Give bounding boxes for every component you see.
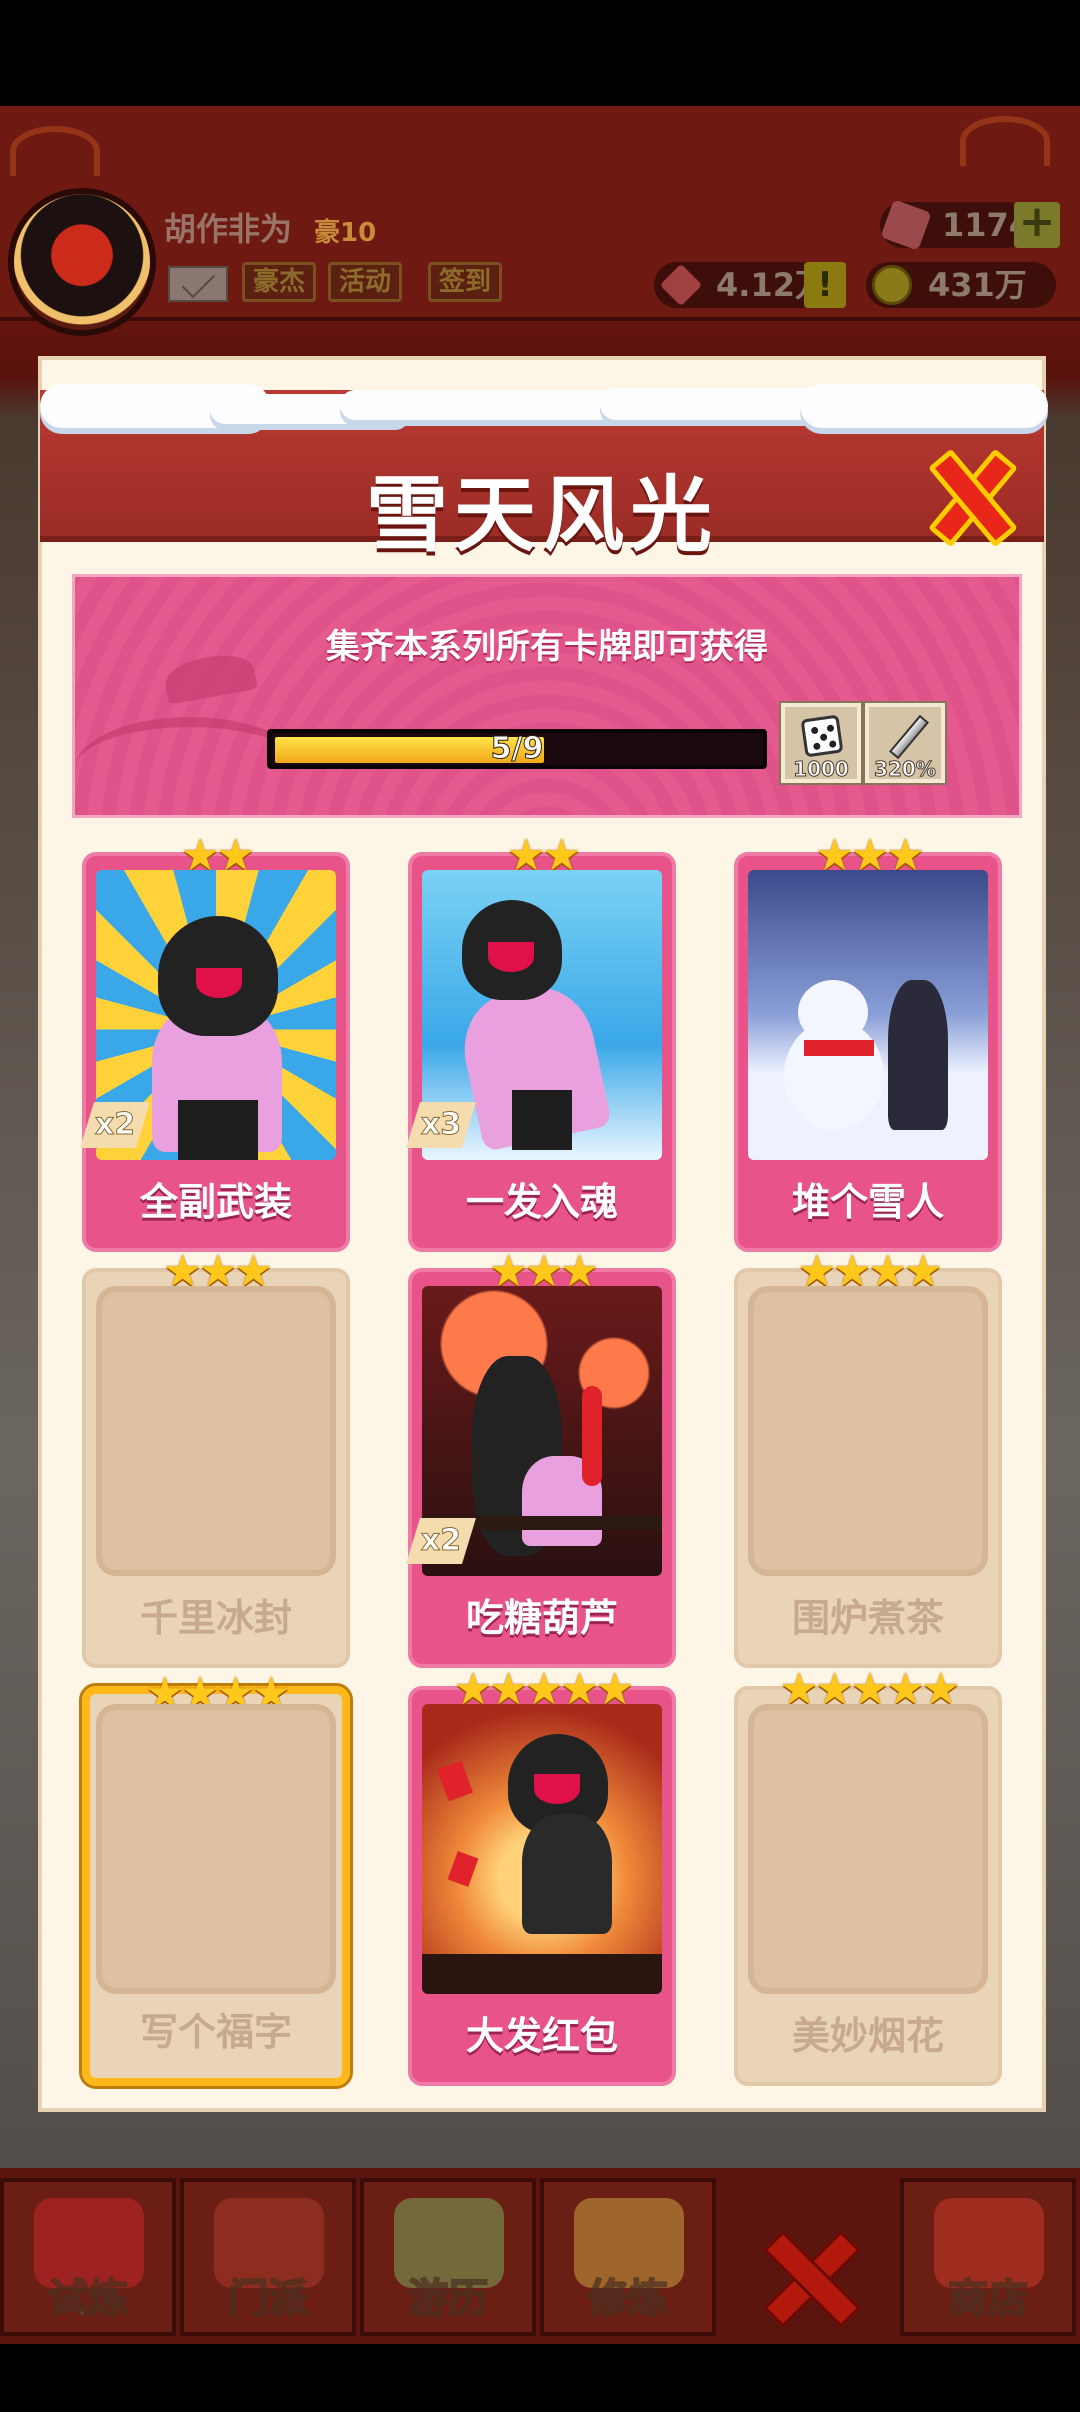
card-chitanghulu[interactable]: ★★★ x2 吃糖葫芦 <box>406 1246 676 1668</box>
nav-tab-label: 门派 <box>227 2275 309 2323</box>
modal-title: 雪天风光 <box>365 468 718 563</box>
card-art-placeholder <box>748 1704 988 1994</box>
card-duigexueren[interactable]: ★★★ 堆个雪人 <box>734 830 1002 1252</box>
events-button[interactable]: 活动 <box>328 262 403 302</box>
nav-tab-label: 试炼 <box>47 2275 129 2323</box>
system-nav-bar <box>0 2344 1080 2412</box>
card-yifarulun[interactable]: ★★ x3 一发入魂 <box>406 830 676 1252</box>
card-collection-modal: 雪天风光 集齐本系列所有卡牌即可获得 5/9 1000 320% ★★ x2 全… <box>38 356 1048 2112</box>
gem-icon <box>880 199 932 251</box>
add-gems-button[interactable]: + <box>1014 200 1060 248</box>
reward-dice[interactable]: 1000 <box>779 701 863 785</box>
card-qianlibingfeng[interactable]: ★★★ 千里冰封 <box>82 1246 350 1668</box>
card-xiegefuzi[interactable]: ★★★★ 写个福字 <box>79 1668 353 2089</box>
nav-tab-shop[interactable]: 商店 <box>900 2178 1076 2336</box>
mail-icon[interactable] <box>168 266 228 302</box>
power-icon <box>659 263 703 307</box>
card-meimiaoyanhua[interactable]: ★★★★★ 美妙烟花 <box>734 1664 1002 2086</box>
card-art-placeholder <box>96 1704 336 1994</box>
card-dafahongbao[interactable]: ★★★★★ 大发红包 <box>408 1664 676 2086</box>
card-name: 大发红包 <box>465 2014 618 2058</box>
card-art <box>748 870 988 1160</box>
nav-tab-sect[interactable]: 门派 <box>180 2178 356 2336</box>
card-quanfuwuzhuang[interactable]: ★★ x2 全副武装 <box>80 830 350 1252</box>
card-name: 美妙烟花 <box>791 2014 944 2058</box>
card-name: 吃糖葫芦 <box>465 1596 618 1640</box>
nav-tab-cultivate[interactable]: 修炼 <box>540 2178 716 2336</box>
reward-label: 320% <box>874 757 937 782</box>
collection-progress-bar: 5/9 <box>267 729 767 769</box>
reward-sword[interactable]: 320% <box>863 701 947 785</box>
card-art-placeholder <box>96 1286 336 1576</box>
card-name: 写个福字 <box>139 2010 292 2054</box>
close-x-icon[interactable] <box>922 448 1022 548</box>
sword-icon <box>888 714 930 760</box>
player-avatar[interactable] <box>8 188 156 336</box>
gems-counter: 1174 <box>880 199 1031 251</box>
card-name: 千里冰封 <box>139 1596 292 1640</box>
modal-header: 雪天风光 <box>40 384 1048 563</box>
cloud-ornament <box>960 116 1050 166</box>
nav-tab-travel[interactable]: 游历 <box>360 2178 536 2336</box>
player-rank: 豪10 <box>314 218 377 248</box>
nav-tab-label: 修炼 <box>587 2275 669 2323</box>
collection-banner: 集齐本系列所有卡牌即可获得 5/9 1000 320% <box>72 574 1022 818</box>
dice-icon <box>800 714 844 758</box>
card-name: 一发入魂 <box>465 1180 618 1224</box>
power-alert-button[interactable]: ! <box>804 262 846 308</box>
card-name: 全副武装 <box>139 1180 292 1224</box>
card-weiluzhucha[interactable]: ★★★★ 围炉煮茶 <box>734 1246 1002 1668</box>
checkin-button[interactable]: 签到 <box>428 262 503 302</box>
nav-tab-trial[interactable]: 试炼 <box>0 2178 176 2336</box>
snow-decoration <box>40 384 1048 436</box>
banner-text: 集齐本系列所有卡牌即可获得 <box>326 627 768 667</box>
coins-value: 431万 <box>928 266 1027 304</box>
heroes-button[interactable]: 豪杰 <box>242 262 317 302</box>
card-name: 围炉煮茶 <box>791 1596 944 1640</box>
card-art-placeholder <box>748 1286 988 1576</box>
nav-close-icon[interactable] <box>760 2228 856 2324</box>
cloud-ornament <box>10 126 100 176</box>
coins-counter: 431万 <box>866 262 1056 308</box>
coin-icon <box>872 265 912 305</box>
progress-label: 5/9 <box>490 731 544 767</box>
card-art <box>422 1704 662 1994</box>
reward-label: 1000 <box>793 757 850 782</box>
nav-tab-label: 商店 <box>947 2275 1029 2323</box>
nav-tab-label: 游历 <box>407 2275 489 2323</box>
card-name: 堆个雪人 <box>791 1180 944 1224</box>
player-name: 胡作非为 <box>164 210 293 248</box>
